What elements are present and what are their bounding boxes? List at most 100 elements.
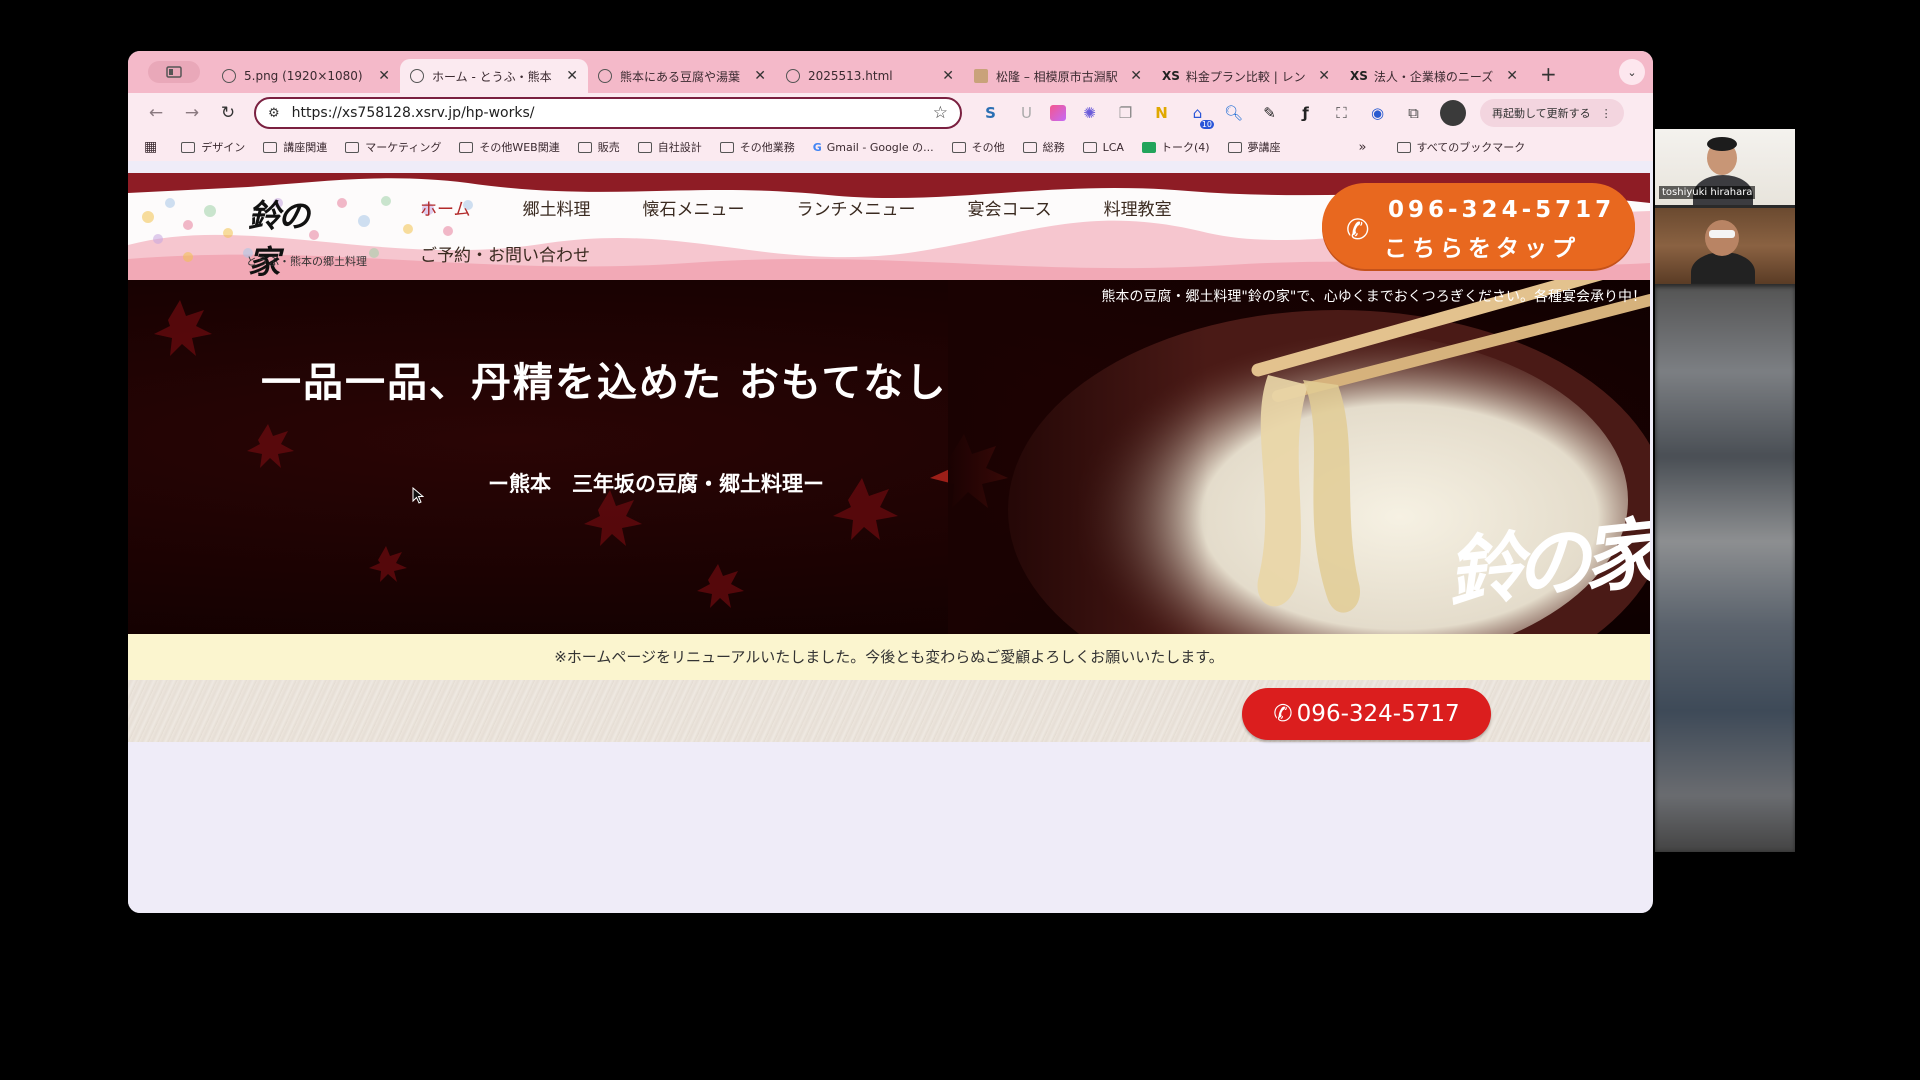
renewal-notice: ※ホームページをリニューアルいたしました。今後とも変わらぬご愛顧よろしくお願いい… — [128, 634, 1650, 680]
nav-item-local-cuisine[interactable]: 郷土料理 — [523, 195, 591, 220]
bookmark-item[interactable]: G Gmail - Google の... — [813, 139, 934, 155]
tab-2[interactable]: 熊本にある豆腐や湯葉 ✕ — [588, 59, 776, 93]
phone-cta-button[interactable]: ✆ 096-324-5717 こちらをタップ — [1322, 183, 1635, 269]
chat-icon — [1141, 141, 1156, 153]
update-button[interactable]: 再起動して更新する ⋮ — [1480, 99, 1624, 127]
web-page: 鈴の家 とうふ・熊本の郷土料理 ホーム 郷土料理 懐石メニュー ランチメニュー … — [128, 173, 1650, 913]
bookmark-item[interactable]: マーケティング — [345, 139, 441, 155]
avatar[interactable] — [1440, 100, 1466, 126]
bookmark-label: Gmail - Google の... — [826, 141, 934, 154]
folder-icon — [637, 141, 652, 153]
bookmark-item[interactable]: トーク(4) — [1141, 139, 1210, 155]
phone-bar: ✆ 096-324-5717 — [128, 680, 1650, 742]
bookmark-item[interactable]: 総務 — [1022, 139, 1065, 155]
forward-icon[interactable]: → — [178, 103, 206, 123]
bookmark-label: その他 — [971, 141, 1005, 154]
hero-subtitle: ー熊本 三年坂の豆腐・郷土料理ー — [488, 471, 824, 496]
browser-window: 5.png (1920×1080) ✕ ホーム - とうふ・熊本 ✕ 熊本にある… — [128, 51, 1653, 913]
bookmark-item[interactable]: 販売 — [577, 139, 620, 155]
back-icon[interactable]: ← — [142, 103, 170, 123]
close-icon[interactable]: ✕ — [942, 68, 954, 84]
new-tab-button[interactable]: + — [1540, 62, 1557, 86]
folder-icon — [577, 141, 592, 153]
logo-subtitle: とうふ・熊本の郷土料理 — [246, 255, 367, 268]
bookmark-item[interactable]: 夢講座 — [1227, 139, 1281, 155]
participant-tile[interactable] — [1655, 208, 1795, 284]
bookmark-label: 販売 — [597, 141, 620, 154]
chevron-double-right-icon[interactable]: » — [1359, 140, 1367, 155]
folder-icon — [459, 141, 474, 153]
nav-item-kaiseki[interactable]: 懐石メニュー — [643, 195, 745, 220]
screenshot-extension-icon[interactable]: ⛶ — [1329, 101, 1354, 126]
update-button-label: 再起動して更新する — [1492, 107, 1591, 120]
site-settings-icon[interactable]: ⚙ — [268, 106, 280, 121]
participant-figure — [1705, 220, 1739, 256]
bookmark-label: マーケティング — [365, 141, 442, 154]
close-icon[interactable]: ✕ — [1130, 68, 1142, 84]
s-extension-icon[interactable]: S — [978, 101, 1003, 126]
folder-icon — [1396, 141, 1411, 153]
nav-item-banquet[interactable]: 宴会コース — [968, 195, 1052, 220]
chevron-down-icon[interactable]: ⌄ — [1619, 59, 1645, 85]
bookmark-item[interactable]: デザイン — [181, 139, 245, 155]
tab-search-button[interactable] — [148, 61, 200, 83]
magnifier-extension-icon[interactable]: 🔍︎ — [1221, 101, 1246, 126]
nav-item-cooking-class[interactable]: 料理教室 — [1104, 195, 1172, 220]
puzzle-icon[interactable]: ⧉ — [1401, 101, 1426, 126]
xs-icon: XS — [1162, 69, 1180, 83]
tab-6[interactable]: XS 法人・企業様のニーズ ✕ — [1340, 59, 1528, 93]
nav-item-lunch[interactable]: ランチメニュー — [797, 195, 916, 220]
f-extension-icon[interactable]: ƒ — [1293, 101, 1318, 126]
close-icon[interactable]: ✕ — [1318, 68, 1330, 84]
tab-3[interactable]: 2025513.html ✕ — [776, 59, 964, 93]
bookmark-item[interactable]: その他業務 — [719, 139, 795, 155]
tab-1[interactable]: ホーム - とうふ・熊本 ✕ — [400, 59, 588, 93]
close-icon[interactable]: ✕ — [1506, 68, 1518, 84]
address-bar[interactable]: ⚙ https://xs758128.xsrv.jp/hp-works/ ☆ — [254, 97, 962, 129]
bookmark-label: すべてのブックマーク — [1416, 141, 1526, 154]
pen-extension-icon[interactable]: ✎ — [1257, 101, 1282, 126]
folder-icon — [1227, 141, 1242, 153]
bookmark-label: LCA — [1102, 140, 1124, 154]
all-bookmarks[interactable]: すべてのブックマーク — [1396, 139, 1526, 155]
tab-0[interactable]: 5.png (1920×1080) ✕ — [212, 59, 400, 93]
gear-extension-icon[interactable]: ✺ — [1077, 101, 1102, 126]
video-participants-panel: toshiyuki hirahara — [1655, 129, 1795, 852]
browser-toolbar: ← → ↻ ⚙ https://xs758128.xsrv.jp/hp-work… — [128, 93, 1653, 133]
bookmark-item[interactable]: 自社設計 — [637, 139, 702, 155]
u-extension-icon[interactable]: U — [1014, 101, 1039, 126]
blue-extension-icon[interactable]: ◉ — [1365, 101, 1390, 126]
hero-title: 一品一品、丹精を込めた おもてなし — [261, 359, 948, 406]
close-icon[interactable]: ✕ — [378, 68, 390, 84]
cta-tap-text: こちらをタップ — [1384, 236, 1580, 262]
star-icon[interactable]: ☆ — [933, 103, 948, 123]
bookmark-item[interactable]: その他 — [951, 139, 1005, 155]
bookmark-label: 講座関連 — [283, 141, 328, 154]
tab-title: ホーム - とうふ・熊本 — [432, 69, 552, 84]
apps-grid-icon[interactable]: ▦ — [144, 139, 157, 155]
close-icon[interactable]: ✕ — [754, 68, 766, 84]
bookmark-item[interactable]: LCA — [1082, 140, 1124, 154]
bookmark-item[interactable]: 講座関連 — [263, 139, 327, 155]
tab-4[interactable]: 松隆 – 相模原市古淵駅 ✕ — [964, 59, 1152, 93]
phone-icon: ✆ — [1273, 701, 1293, 727]
folder-icon — [1022, 141, 1037, 153]
more-vertical-icon[interactable]: ⋮ — [1601, 107, 1612, 120]
phone-call-button[interactable]: ✆ 096-324-5717 — [1242, 688, 1491, 740]
close-icon[interactable]: ✕ — [566, 68, 578, 84]
bookmark-item[interactable]: その他WEB関連 — [459, 139, 560, 155]
layers-extension-icon[interactable]: ❐ — [1113, 101, 1138, 126]
n-extension-icon[interactable]: N — [1149, 101, 1174, 126]
tab-5[interactable]: XS 料金プラン比較 | レン ✕ — [1152, 59, 1340, 93]
reload-icon[interactable]: ↻ — [214, 103, 242, 123]
url-text[interactable]: https://xs758128.xsrv.jp/hp-works/ — [292, 105, 933, 121]
bookmark-label: 夢講座 — [1247, 141, 1281, 154]
badge-extension-icon[interactable]: ⌂ 10 — [1185, 101, 1214, 129]
color-extension-icon[interactable] — [1050, 105, 1066, 121]
nav-item-home[interactable]: ホーム — [420, 195, 471, 220]
blurred-participants — [1655, 287, 1795, 852]
extensions-area: S U ✺ ❐ N ⌂ 10 🔍︎ ✎ ƒ ⛶ ◉ ⧉ — [978, 101, 1426, 129]
site-header: 鈴の家 とうふ・熊本の郷土料理 ホーム 郷土料理 懐石メニュー ランチメニュー … — [128, 173, 1650, 280]
nav-item-contact[interactable]: ご予約・お問い合わせ — [420, 241, 590, 266]
participant-tile[interactable]: toshiyuki hirahara — [1655, 129, 1795, 205]
